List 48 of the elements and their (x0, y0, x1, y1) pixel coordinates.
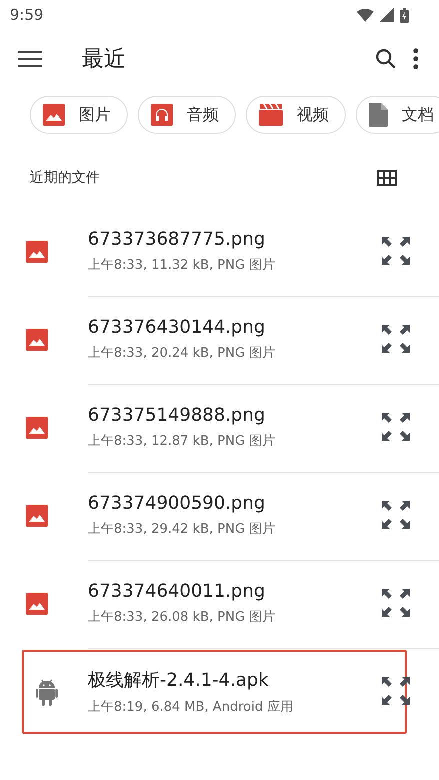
filter-chip[interactable]: 图片 (30, 96, 128, 134)
status-time: 9:59 (10, 6, 44, 24)
headphones-icon (151, 104, 173, 126)
expand-icon[interactable] (381, 412, 411, 442)
filter-chip[interactable]: 文档 (356, 96, 439, 134)
document-icon (369, 103, 388, 127)
expand-icon[interactable] (381, 500, 411, 530)
file-row[interactable]: 673375149888.png 上午8:33, 12.87 kB, PNG 图片 (0, 384, 439, 472)
image-icon (26, 505, 48, 527)
file-row[interactable]: 673373687775.png 上午8:33, 11.32 kB, PNG 图片 (0, 208, 439, 296)
more-options-icon[interactable] (413, 48, 419, 70)
file-name: 673375149888.png (88, 405, 266, 426)
filter-chip[interactable]: 视频 (246, 96, 346, 134)
image-icon (26, 241, 48, 263)
file-details: 上午8:19, 6.84 MB, Android 应用 (88, 699, 294, 716)
image-icon (26, 417, 48, 439)
file-row[interactable]: 673376430144.png 上午8:33, 20.24 kB, PNG 图片 (0, 296, 439, 384)
file-details: 上午8:33, 12.87 kB, PNG 图片 (88, 433, 276, 450)
file-details: 上午8:33, 11.32 kB, PNG 图片 (88, 257, 276, 274)
filter-chip[interactable]: 音频 (138, 96, 236, 134)
signal-icon (380, 8, 394, 22)
file-name: 673376430144.png (88, 317, 266, 338)
expand-icon[interactable] (381, 324, 411, 354)
android-icon (36, 678, 58, 706)
image-icon (26, 329, 48, 351)
menu-icon[interactable] (18, 50, 42, 68)
file-details: 上午8:33, 20.24 kB, PNG 图片 (88, 345, 276, 362)
file-name: 673373687775.png (88, 229, 266, 250)
image-icon (26, 593, 48, 615)
file-name: 673374900590.png (88, 493, 266, 514)
image-icon (43, 104, 65, 126)
expand-icon[interactable] (381, 236, 411, 266)
file-row[interactable]: 673374900590.png 上午8:33, 29.42 kB, PNG 图片 (0, 472, 439, 560)
file-details: 上午8:33, 29.42 kB, PNG 图片 (88, 521, 276, 538)
battery-icon (400, 8, 409, 22)
grid-view-icon[interactable] (377, 170, 397, 186)
file-details: 上午8:33, 26.08 kB, PNG 图片 (88, 609, 276, 626)
file-name: 673374640011.png (88, 581, 266, 602)
expand-icon[interactable] (381, 588, 411, 618)
expand-icon[interactable] (381, 676, 411, 706)
clapperboard-icon (259, 104, 283, 126)
file-row[interactable]: 极线解析-2.4.1-4.apk 上午8:19, 6.84 MB, Android 应用 (20, 648, 409, 736)
screen-title: 最近 (82, 46, 126, 74)
file-row[interactable]: 673374640011.png 上午8:33, 26.08 kB, PNG 图片 (0, 560, 439, 648)
wifi-icon (357, 8, 374, 22)
file-name: 极线解析-2.4.1-4.apk (88, 669, 270, 692)
search-icon[interactable] (375, 48, 397, 70)
section-heading: 近期的文件 (30, 169, 100, 187)
